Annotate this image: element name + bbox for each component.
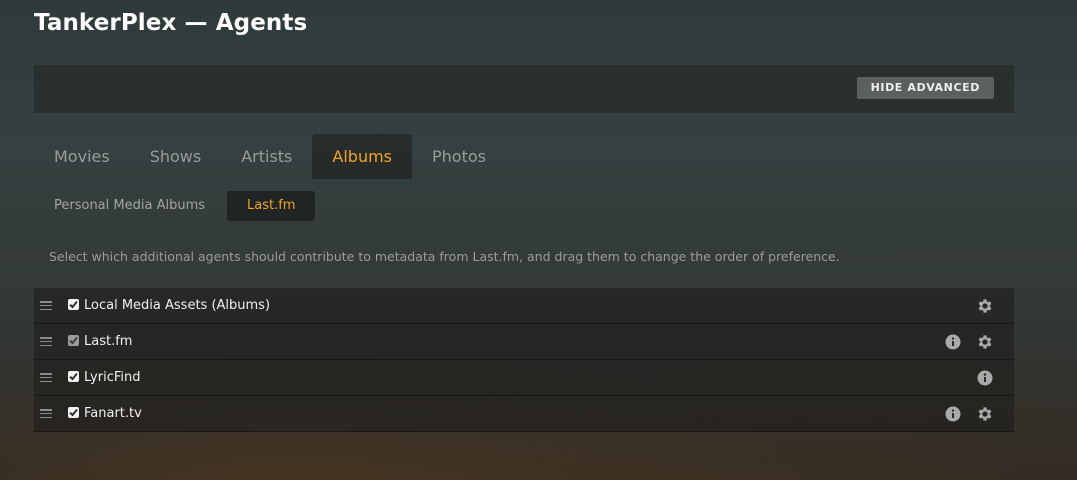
agent-list: Local Media Assets (Albums) Last.fm Lyri… [34,288,1014,432]
checkmark-icon [69,408,78,416]
agent-source-tabs: Personal Media Albums Last.fm [40,191,323,221]
tab-albums[interactable]: Albums [312,134,412,179]
settings-bar: HIDE ADVANCED [34,65,1014,113]
checkmark-icon [69,300,78,308]
hide-advanced-button[interactable]: HIDE ADVANCED [856,77,994,99]
agent-checkbox[interactable] [68,298,79,310]
agent-name: Local Media Assets (Albums) [84,298,271,313]
agent-row[interactable]: LyricFind [34,360,1014,396]
agents-description: Select which additional agents should co… [49,249,840,264]
agent-checkbox[interactable] [68,370,79,382]
tab-movies[interactable]: Movies [34,134,130,179]
tab-artists[interactable]: Artists [221,134,312,179]
drag-handle-icon[interactable] [40,409,52,418]
agent-name: LyricFind [84,370,141,385]
agent-row[interactable]: Fanart.tv [34,396,1014,432]
agent-row[interactable]: Last.fm [34,324,1014,360]
agent-actions [944,324,994,359]
agent-actions [976,360,994,395]
agent-actions [976,288,994,323]
library-type-tabs: Movies Shows Artists Albums Photos [34,134,506,179]
gear-icon[interactable] [976,405,994,423]
agent-name: Fanart.tv [84,406,142,421]
info-icon[interactable] [944,405,962,423]
checkmark-icon [69,372,78,380]
gear-icon[interactable] [976,297,994,315]
checkmark-icon [69,336,78,344]
subtab-lastfm[interactable]: Last.fm [227,191,316,221]
drag-handle-icon[interactable] [40,337,52,346]
info-icon[interactable] [976,369,994,387]
gear-icon[interactable] [976,333,994,351]
drag-handle-icon[interactable] [40,301,52,310]
agent-checkbox [68,334,79,346]
subtab-personal-media-albums[interactable]: Personal Media Albums [40,191,219,221]
agent-actions [944,396,994,431]
info-icon[interactable] [944,333,962,351]
agent-checkbox[interactable] [68,406,79,418]
tab-shows[interactable]: Shows [130,134,222,179]
agent-name: Last.fm [84,334,133,349]
drag-handle-icon[interactable] [40,373,52,382]
tab-photos[interactable]: Photos [412,134,506,179]
page-title: TankerPlex — Agents [34,10,308,36]
agent-row[interactable]: Local Media Assets (Albums) [34,288,1014,324]
